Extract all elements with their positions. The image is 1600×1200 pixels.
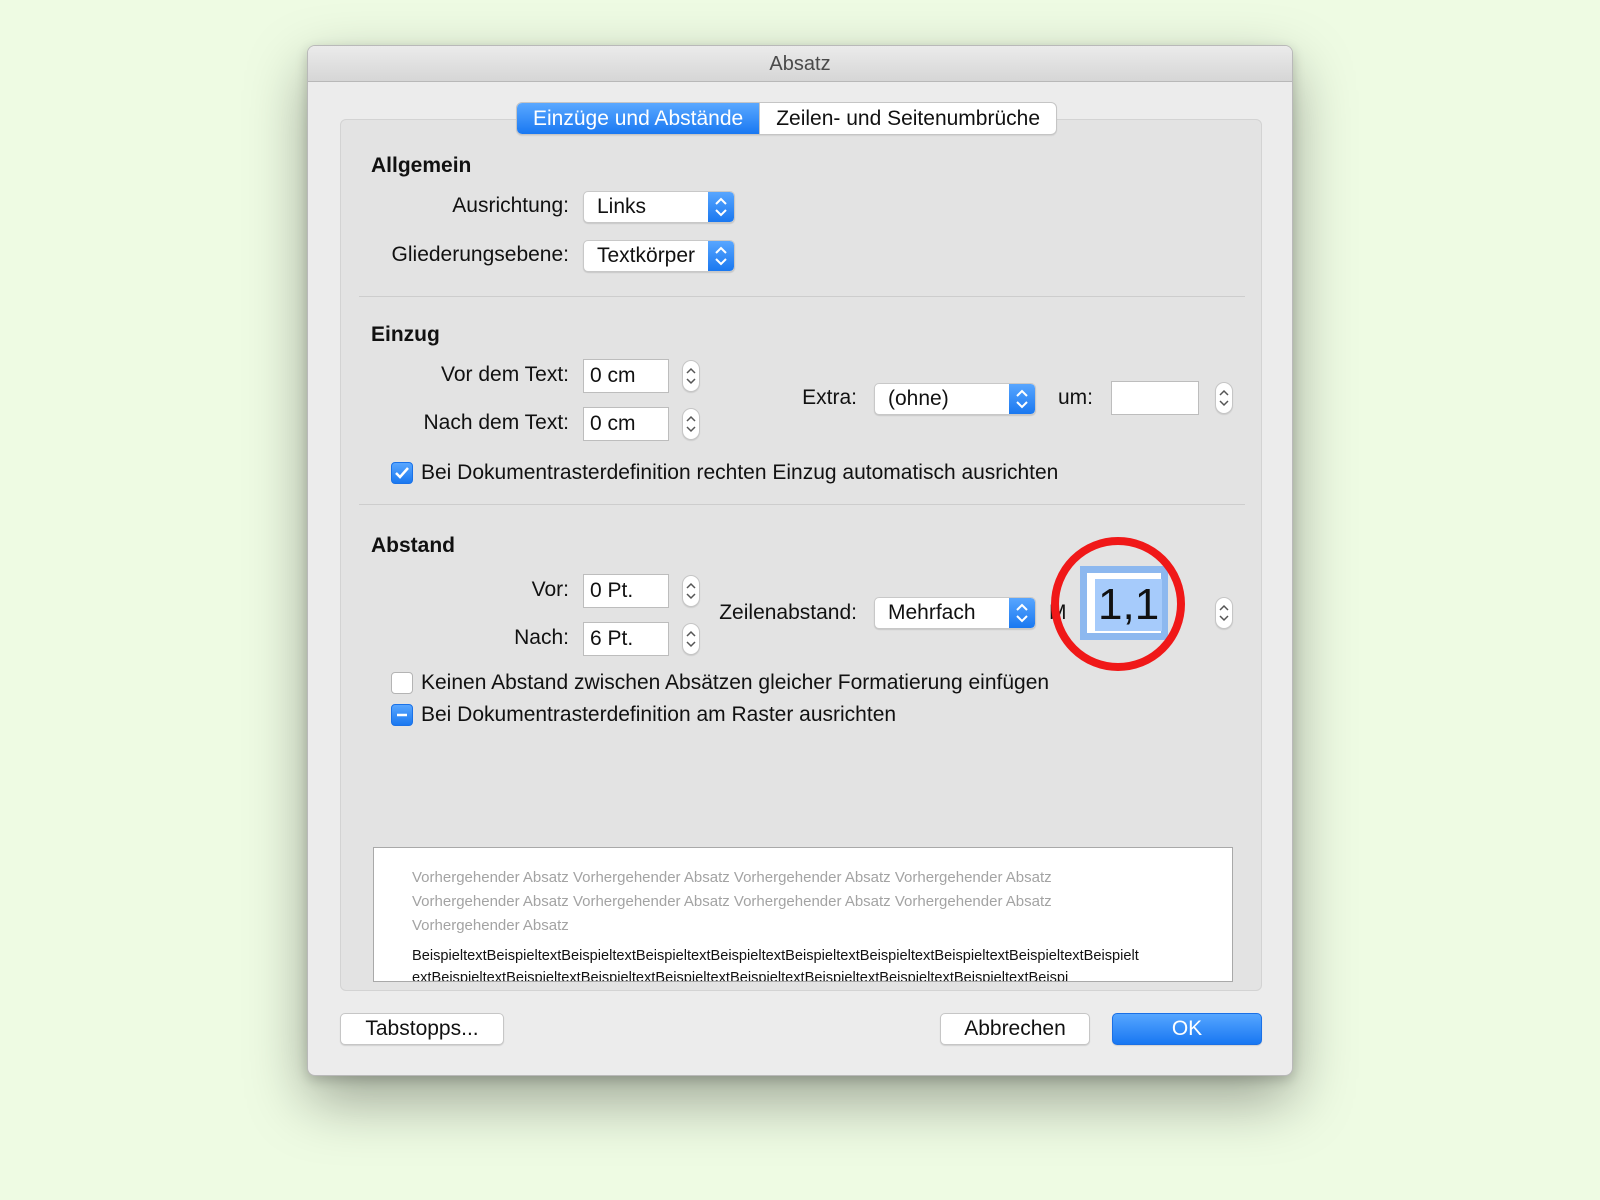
snap-to-grid-checkbox[interactable] <box>391 704 413 726</box>
indent-by-label: um: <box>1057 386 1093 409</box>
indent-by-input[interactable] <box>1111 381 1199 415</box>
preview-sample-text: BeispieltextBeispieltextBeispieltextBeis… <box>412 948 1139 964</box>
tab-line-page-breaks[interactable]: Zeilen- und Seitenumbrüche <box>759 103 1056 134</box>
alignment-select[interactable]: Links <box>583 191 735 223</box>
indent-before-stepper[interactable] <box>682 360 700 392</box>
ok-button[interactable]: OK <box>1112 1013 1262 1045</box>
paragraph-preview: Vorhergehender Absatz Vorhergehender Abs… <box>373 847 1233 982</box>
line-spacing-label: Zeilenabstand: <box>719 601 857 624</box>
selected-value: 1,1 <box>1095 579 1163 631</box>
section-heading-spacing: Abstand <box>371 534 455 557</box>
spacing-after-stepper[interactable] <box>682 623 700 655</box>
paragraph-dialog: Absatz Einzüge und Abstände Zeilen- und … <box>307 45 1293 1076</box>
line-spacing-amount-label: M <box>1049 601 1067 624</box>
tab-stops-button[interactable]: Tabstopps... <box>340 1013 504 1045</box>
tab-indents-spacing[interactable]: Einzüge und Abstände <box>517 103 760 134</box>
cancel-button[interactable]: Abbrechen <box>940 1013 1090 1045</box>
indent-by-stepper[interactable] <box>1215 382 1233 414</box>
extra-indent-select[interactable]: (ohne) <box>874 383 1036 415</box>
stepper-arrows-icon <box>686 415 696 433</box>
tab-bar: Einzüge und Abstände Zeilen- und Seitenu… <box>516 102 1058 135</box>
section-divider <box>359 504 1245 505</box>
spacing-before-label: Vor: <box>531 578 569 601</box>
section-divider <box>359 296 1245 297</box>
stepper-arrows-icon <box>686 630 696 648</box>
preview-previous-paragraph: Vorhergehender Absatz Vorhergehender Abs… <box>412 869 1052 934</box>
preview-sample-text: extBeispieltextBeispieltextBeispieltextB… <box>412 970 1069 982</box>
line-spacing-select[interactable]: Mehrfach <box>874 597 1036 629</box>
indent-after-label: Nach dem Text: <box>423 411 569 434</box>
settings-panel: Allgemein Ausrichtung: Links Gliederungs… <box>340 119 1262 991</box>
section-heading-general: Allgemein <box>371 154 472 177</box>
section-heading-indent: Einzug <box>371 323 440 346</box>
auto-right-indent-label: Bei Dokumentrasterdefinition rechten Ein… <box>421 461 1059 484</box>
outline-level-label: Gliederungsebene: <box>391 243 569 266</box>
stepper-arrows-icon <box>1219 389 1229 407</box>
window-title: Absatz <box>308 46 1292 82</box>
checkmark-icon <box>395 467 409 479</box>
indent-before-label: Vor dem Text: <box>440 363 569 386</box>
auto-right-indent-checkbox[interactable] <box>391 462 413 484</box>
select-arrows-icon <box>708 192 734 222</box>
indent-after-input[interactable]: 0 cm <box>583 407 669 441</box>
indent-before-input[interactable]: 0 cm <box>583 359 669 393</box>
extra-indent-value: (ohne) <box>888 387 949 410</box>
select-arrows-icon <box>708 241 734 271</box>
alignment-value: Links <box>597 195 647 218</box>
spacing-after-input[interactable]: 6 Pt. <box>583 622 669 656</box>
spacing-after-label: Nach: <box>514 626 569 649</box>
mixed-state-icon <box>397 713 407 717</box>
outline-level-value: Textkörper <box>597 244 696 267</box>
spacing-before-stepper[interactable] <box>682 575 700 607</box>
no-space-same-style-label: Keinen Abstand zwischen Absätzen gleiche… <box>421 671 1050 694</box>
stepper-arrows-icon <box>1219 604 1229 622</box>
extra-indent-label: Extra: <box>802 386 857 409</box>
line-spacing-amount-stepper[interactable] <box>1215 597 1233 629</box>
stepper-arrows-icon <box>686 367 696 385</box>
line-spacing-amount-input[interactable]: 1,1 <box>1080 566 1168 640</box>
indent-after-stepper[interactable] <box>682 408 700 440</box>
outline-level-select[interactable]: Textkörper <box>583 240 735 272</box>
snap-to-grid-label: Bei Dokumentrasterdefinition am Raster a… <box>421 703 897 726</box>
spacing-before-input[interactable]: 0 Pt. <box>583 574 669 608</box>
line-spacing-value: Mehrfach <box>888 601 976 624</box>
alignment-label: Ausrichtung: <box>452 194 569 217</box>
stepper-arrows-icon <box>686 582 696 600</box>
select-arrows-icon <box>1009 598 1035 628</box>
select-arrows-icon <box>1009 384 1035 414</box>
no-space-same-style-checkbox[interactable] <box>391 672 413 694</box>
